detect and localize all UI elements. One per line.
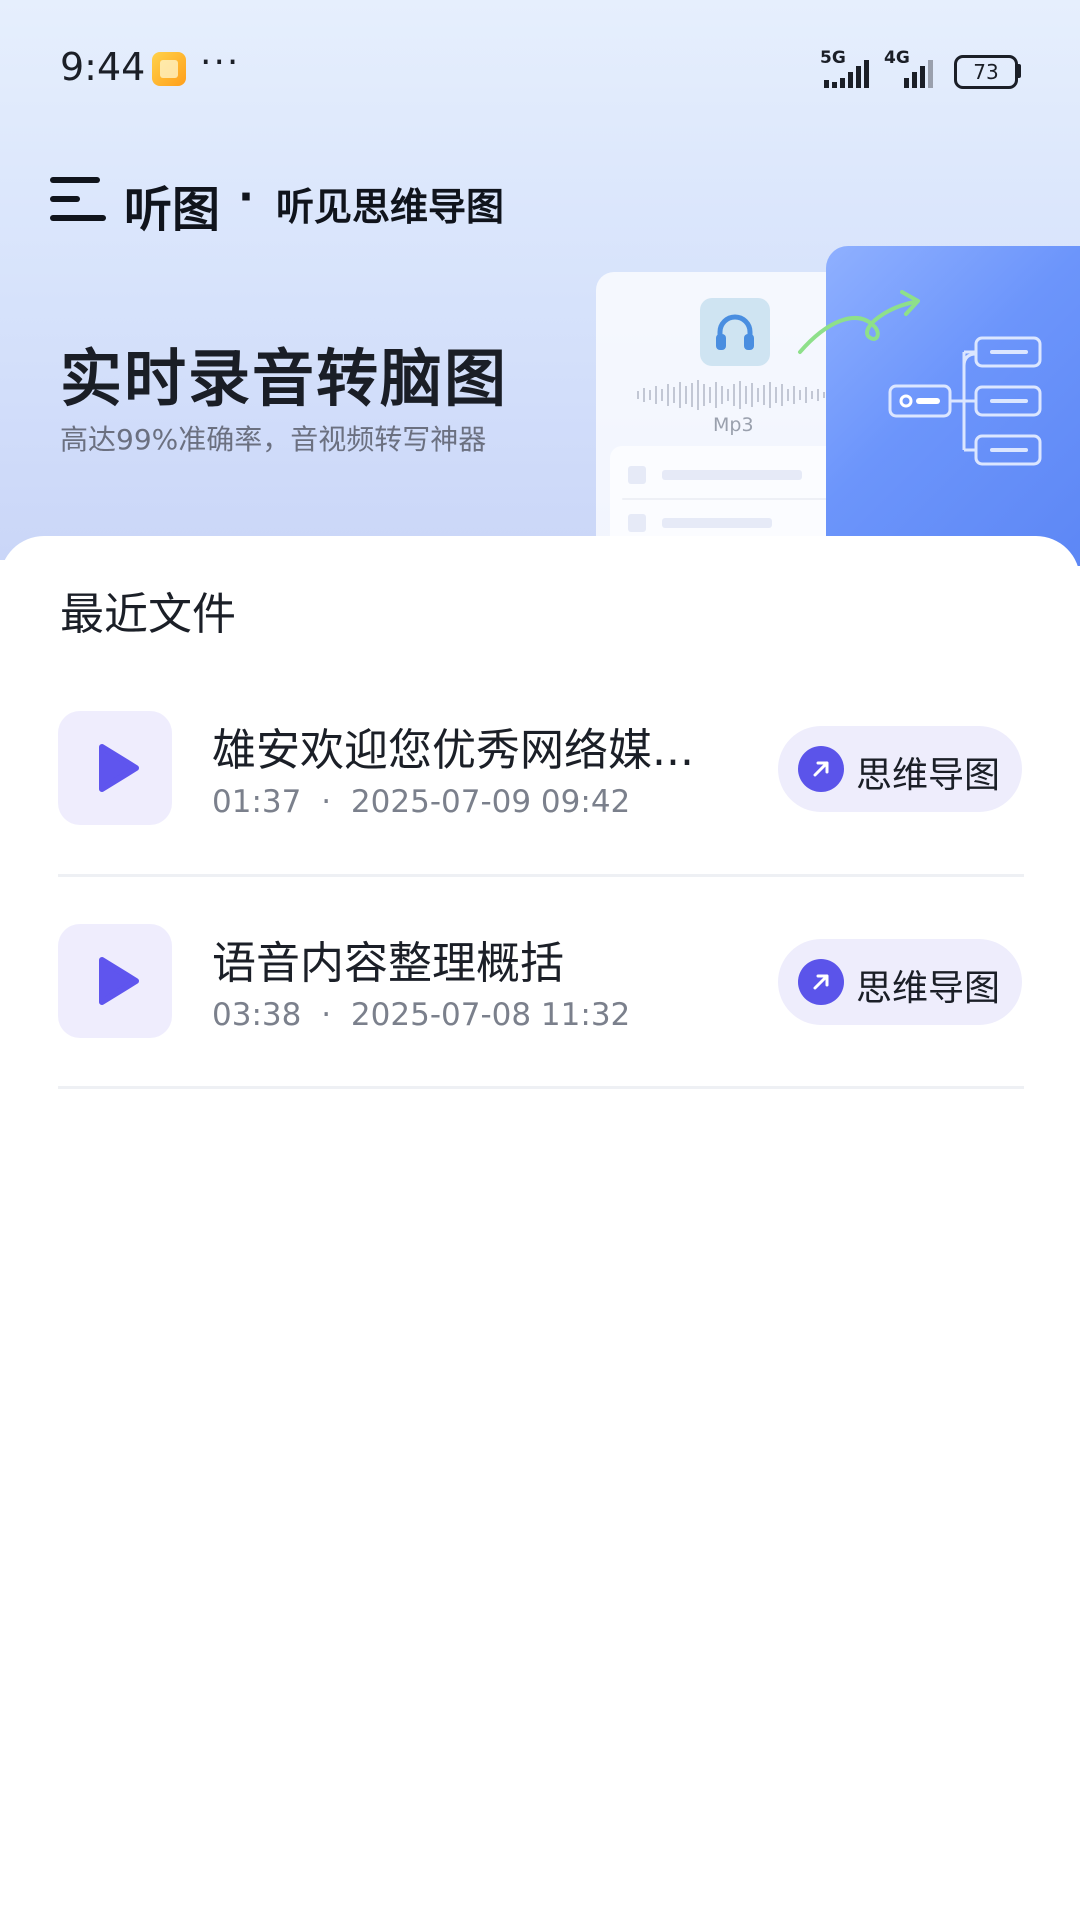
battery-tip [1016, 64, 1021, 78]
file-title: 语音内容整理概括 [212, 938, 564, 989]
arrow-up-right-icon [798, 746, 844, 792]
arrow-up-right-icon [798, 959, 844, 1005]
file-duration: 01:37 [212, 784, 302, 820]
app-tagline: 听见思维导图 [276, 185, 505, 229]
play-icon [99, 744, 139, 792]
file-title: 雄安欢迎您优秀网络媒... [212, 725, 694, 776]
waveform-icon [637, 380, 831, 410]
hero-title: 实时录音转脑图 [60, 342, 509, 415]
mindmap-icon [888, 336, 1042, 466]
mindmap-button-label: 思维导图 [856, 755, 1001, 796]
file-thumbnail[interactable] [58, 711, 172, 825]
play-icon [99, 957, 139, 1005]
battery-icon: 73 [954, 55, 1018, 89]
hero-subtitle: 高达99%准确率，音视频转写神器 [60, 423, 487, 456]
file-list-item[interactable]: 语音内容整理概括 03:38 · 2025-07-08 11:32 思维导图 [0, 877, 1080, 1089]
meta-separator: · [321, 784, 332, 820]
divider [58, 1086, 1024, 1089]
notes-app-icon [152, 52, 186, 86]
title-separator: · [238, 172, 254, 221]
app-name: 听图 [124, 182, 221, 238]
recent-files-title: 最近文件 [60, 589, 236, 640]
file-list-item[interactable]: 雄安欢迎您优秀网络媒... 01:37 · 2025-07-09 09:42 思… [0, 664, 1080, 876]
file-meta: 01:37 · 2025-07-09 09:42 [212, 784, 630, 820]
status-more-icon: ··· [200, 42, 241, 83]
mindmap-button[interactable]: 思维导图 [778, 939, 1022, 1025]
status-time: 9:44 [60, 45, 146, 89]
file-duration: 03:38 [212, 997, 302, 1033]
headphones-icon [700, 298, 770, 366]
file-thumbnail[interactable] [58, 924, 172, 1038]
mindmap-button[interactable]: 思维导图 [778, 726, 1022, 812]
file-meta: 03:38 · 2025-07-08 11:32 [212, 997, 630, 1033]
file-datetime: 2025-07-09 09:42 [350, 784, 631, 820]
file-datetime: 2025-07-08 11:32 [350, 997, 631, 1033]
meta-separator: · [321, 997, 332, 1033]
illustration-mp3-label: Mp3 [713, 414, 754, 436]
menu-icon[interactable] [50, 175, 108, 225]
mindmap-button-label: 思维导图 [856, 968, 1001, 1009]
